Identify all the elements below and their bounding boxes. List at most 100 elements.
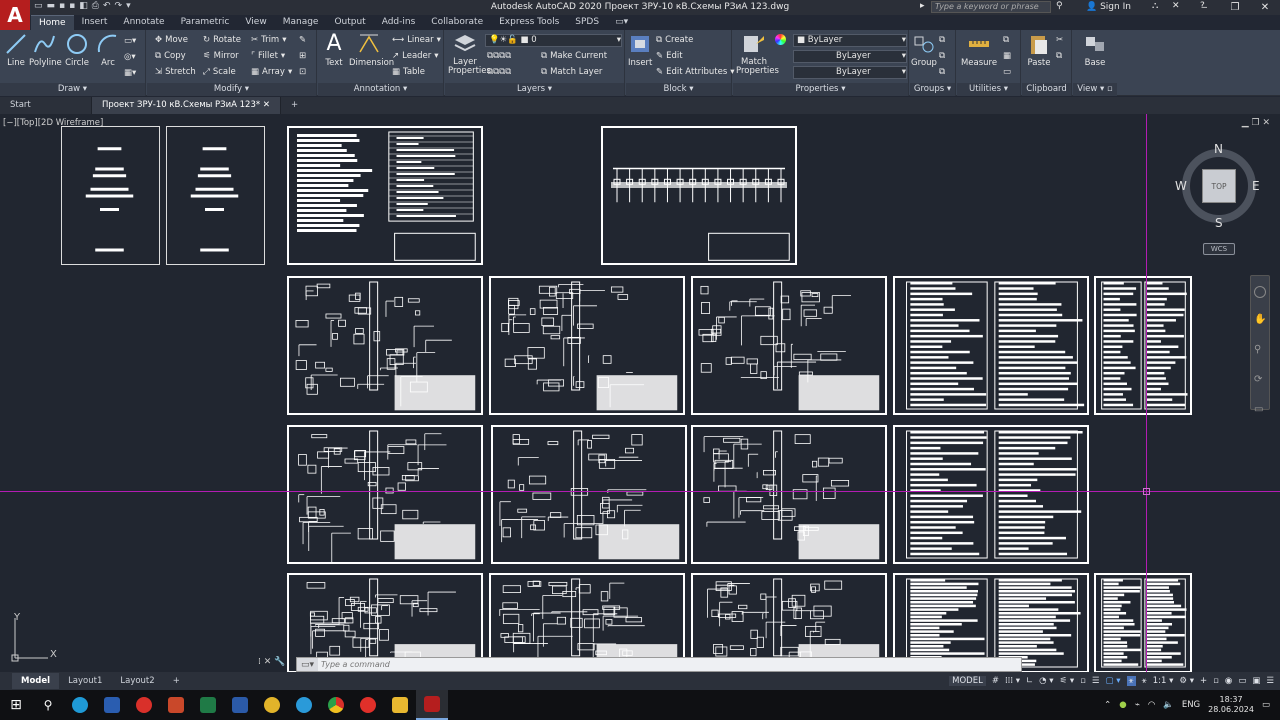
- draw-panel-title[interactable]: Draw ▾: [0, 83, 145, 96]
- tab-model[interactable]: Model: [12, 673, 60, 689]
- circle-button[interactable]: Circle: [64, 32, 90, 68]
- id-point-icon[interactable]: ⧉: [1003, 35, 1009, 45]
- hatch-icon[interactable]: ◎▾: [124, 52, 136, 62]
- arc-button[interactable]: Arc: [96, 32, 120, 68]
- explode-icon[interactable]: ⊞: [299, 51, 306, 61]
- show-hidden-icons-icon[interactable]: ⌃: [1104, 700, 1111, 710]
- paste-button[interactable]: Paste: [1025, 32, 1053, 68]
- tab-home[interactable]: Home: [31, 15, 74, 30]
- modify-panel-title[interactable]: Modify ▾: [147, 83, 316, 96]
- polar-icon[interactable]: ◔ ▾: [1039, 676, 1053, 686]
- mirror-button[interactable]: ⚟ Mirror: [203, 51, 239, 61]
- drawing-sheet[interactable]: [1094, 573, 1192, 672]
- fillet-button[interactable]: ⌜ Fillet ▾: [251, 51, 285, 61]
- layers-panel-title[interactable]: Layers ▾: [445, 83, 624, 96]
- app-red-swirl[interactable]: [128, 690, 160, 720]
- open-file-icon[interactable]: ▬: [47, 1, 56, 11]
- rotate-button[interactable]: ↻ Rotate: [203, 35, 241, 45]
- stretch-button[interactable]: ⇲ Stretch: [155, 67, 196, 77]
- annotation-visibility-icon[interactable]: ⚹: [1126, 676, 1136, 686]
- showmotion-icon[interactable]: ▭: [1254, 404, 1266, 415]
- lineweight-combo[interactable]: ByLayer ▾: [793, 66, 907, 79]
- tab-add-ins[interactable]: Add-ins: [374, 15, 424, 30]
- match-layer-button[interactable]: ⧉ Match Layer: [541, 67, 602, 77]
- save-app[interactable]: [96, 690, 128, 720]
- tab-annotate[interactable]: Annotate: [115, 15, 172, 30]
- workspace-gear-icon[interactable]: ⚙ ▾: [1179, 676, 1194, 686]
- zoom-icon[interactable]: ⚲: [1254, 344, 1266, 358]
- help-binoculars-icon[interactable]: ▸: [920, 1, 925, 11]
- layer-tools-row1-icon[interactable]: ⧉⧉⧉⧉: [487, 51, 511, 61]
- layer-tools-row2-icon[interactable]: ⧉⧉⧉⧉: [487, 67, 511, 77]
- ortho-icon[interactable]: ∟: [1026, 676, 1033, 686]
- copy-button[interactable]: ⧉ Copy: [155, 51, 186, 61]
- linear-button[interactable]: ⟷ Linear ▾: [392, 35, 441, 45]
- group-button[interactable]: Group: [911, 32, 937, 68]
- search-taskbar-button[interactable]: ⚲: [32, 690, 64, 720]
- text-button[interactable]: A Text: [322, 32, 346, 69]
- network-icon[interactable]: ⌁: [1135, 700, 1140, 710]
- annotation-panel-title[interactable]: Annotation ▾: [318, 83, 443, 96]
- qat-dropdown-icon[interactable]: ▾: [126, 1, 131, 11]
- edit-attributes-button[interactable]: ✎ Edit Attributes ▾: [656, 67, 735, 77]
- dimension-button[interactable]: Dimension: [349, 32, 394, 68]
- redo-icon[interactable]: ↷: [115, 1, 123, 11]
- layout-nav-icon[interactable]: [4, 673, 12, 689]
- leader-button[interactable]: ↗ Leader ▾: [392, 51, 439, 61]
- selection-cycling-icon[interactable]: ▢ ▾: [1106, 676, 1121, 686]
- pan-icon[interactable]: ✋: [1254, 314, 1266, 328]
- units-icon[interactable]: ▫: [1213, 676, 1219, 686]
- drawing-sheet[interactable]: [61, 126, 160, 265]
- command-line-handle[interactable]: ⁞ ✕ 🔧: [258, 657, 285, 667]
- tab-layout2[interactable]: Layout2: [111, 673, 163, 689]
- osnap-icon[interactable]: ▫: [1080, 676, 1086, 686]
- group-edit-icon[interactable]: ⧉: [939, 51, 945, 61]
- ungroup-icon[interactable]: ⧉: [939, 35, 945, 45]
- close-button[interactable]: ✕: [1250, 0, 1280, 15]
- tab-express-tools[interactable]: Express Tools: [491, 15, 567, 30]
- block-panel-title[interactable]: Block ▾: [626, 83, 731, 96]
- cart-icon[interactable]: ⛬: [1152, 1, 1158, 11]
- drawing-sheet[interactable]: [1094, 276, 1192, 415]
- grid-icon[interactable]: #: [992, 676, 999, 686]
- drawing-sheet[interactable]: [893, 425, 1089, 564]
- yandex-app[interactable]: [352, 690, 384, 720]
- save-as-icon[interactable]: ▪: [69, 1, 75, 11]
- clean-screen-icon[interactable]: ▣: [1252, 676, 1260, 686]
- compass-e[interactable]: E: [1252, 179, 1260, 193]
- array-button[interactable]: ▦ Array ▾: [251, 67, 292, 77]
- add-layout-button[interactable]: +: [164, 673, 189, 689]
- cut-icon[interactable]: ✂: [1056, 35, 1063, 45]
- lineweight-icon[interactable]: ☰: [1092, 676, 1100, 686]
- linetype-combo[interactable]: ByLayer ▾: [793, 50, 907, 63]
- layer-properties-button[interactable]: Layer Properties: [448, 32, 491, 76]
- drawing-sheet[interactable]: [489, 276, 685, 415]
- doc-tab-drawing[interactable]: Проект ЗРУ-10 кВ.Схемы РЗиА 123* ✕: [92, 97, 281, 114]
- tab-view[interactable]: View: [237, 15, 274, 30]
- drawing-canvas[interactable]: [−][Top][2D Wireframe] ▁ ❐ ✕: [0, 114, 1280, 672]
- search-input[interactable]: Type a keyword or phrase: [931, 1, 1051, 13]
- command-input[interactable]: [318, 658, 1021, 671]
- tab-collaborate[interactable]: Collaborate: [423, 15, 491, 30]
- save-icon[interactable]: ▪: [59, 1, 65, 11]
- web-icon[interactable]: ◧: [79, 1, 88, 11]
- table-grid-icon[interactable]: ▦▾: [124, 68, 136, 78]
- tab-parametric[interactable]: Parametric: [173, 15, 238, 30]
- word-app[interactable]: [224, 690, 256, 720]
- maximize-button[interactable]: ❐: [1220, 0, 1250, 15]
- drawing-sheet[interactable]: [287, 126, 483, 265]
- group-select-icon[interactable]: ⧉: [939, 67, 945, 77]
- color-combo[interactable]: ■ ByLayer ▾: [793, 34, 907, 47]
- polyline-button[interactable]: Polyline: [29, 32, 62, 68]
- edit-block-button[interactable]: ✎ Edit: [656, 51, 683, 61]
- tab-manage[interactable]: Manage: [275, 15, 327, 30]
- line-button[interactable]: Line: [4, 32, 28, 68]
- compass-w[interactable]: W: [1175, 179, 1187, 193]
- tray-app-icon[interactable]: ●: [1119, 700, 1126, 710]
- quick-calc-icon[interactable]: ▦: [1003, 51, 1011, 61]
- wcs-menu[interactable]: WCS: [1203, 243, 1235, 255]
- view-panel-title[interactable]: View ▾ ▫: [1073, 83, 1117, 96]
- rectangle-icon[interactable]: ▭▾: [124, 36, 136, 46]
- create-block-button[interactable]: ⧉ Create: [656, 35, 693, 45]
- model-space-button[interactable]: MODEL: [949, 676, 986, 686]
